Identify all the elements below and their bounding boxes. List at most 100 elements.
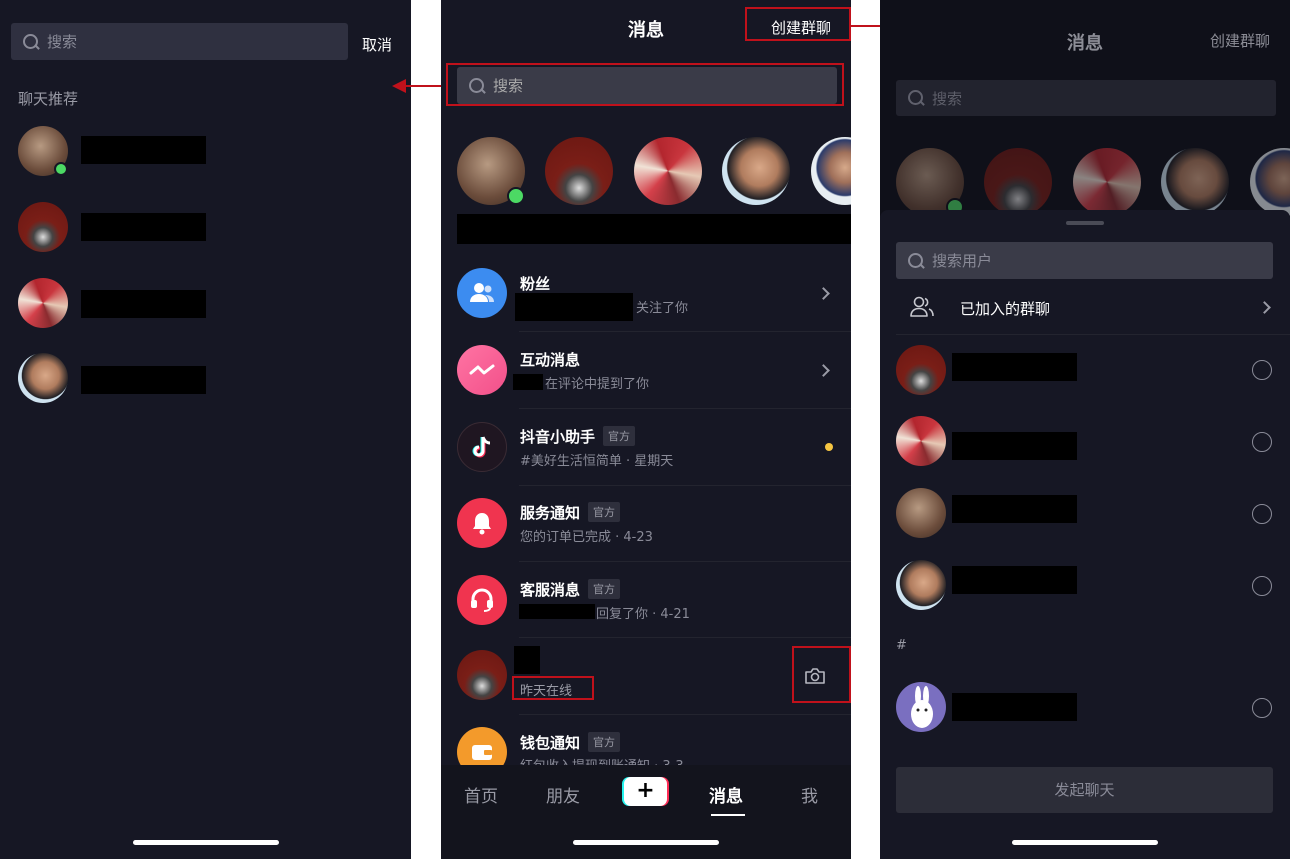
divider bbox=[896, 334, 1290, 335]
search-icon bbox=[21, 32, 41, 52]
select-radio[interactable] bbox=[1252, 360, 1272, 380]
select-radio[interactable] bbox=[1252, 504, 1272, 524]
redacted-name bbox=[513, 374, 543, 390]
create-group-screen: 消息 创建群聊 搜索 搜索用户 已加入的群聊 # 发起聊天 bbox=[880, 0, 1290, 859]
official-badge: 官方 bbox=[588, 732, 621, 752]
messages-screen: 消息 创建群聊 搜索 粉丝 关注了你 互动消息 在评论中提到了你 抖音小助手 官… bbox=[441, 0, 851, 859]
select-radio[interactable] bbox=[1252, 698, 1272, 718]
divider bbox=[519, 331, 851, 332]
avatar bbox=[18, 353, 68, 403]
bottom-sheet bbox=[880, 210, 1290, 859]
redacted-name bbox=[952, 693, 1077, 721]
redacted-name bbox=[952, 495, 1077, 523]
plus-icon: + bbox=[624, 777, 667, 806]
section-index: # bbox=[896, 638, 907, 653]
search-screen: 搜索 取消 聊天推荐 bbox=[0, 0, 411, 859]
story-avatar[interactable] bbox=[984, 148, 1052, 216]
avatar bbox=[896, 345, 946, 395]
search-icon bbox=[906, 88, 926, 108]
fans-icon bbox=[457, 268, 507, 318]
highlight-create-group bbox=[745, 7, 851, 41]
search-placeholder: 搜索 bbox=[932, 89, 963, 108]
search-user-input[interactable]: 搜索用户 bbox=[896, 242, 1273, 279]
row-title: 服务通知 bbox=[520, 504, 581, 522]
story-avatar[interactable] bbox=[1073, 148, 1141, 216]
online-indicator bbox=[507, 187, 525, 205]
section-title: 聊天推荐 bbox=[18, 90, 79, 108]
highlight-search bbox=[446, 63, 844, 106]
avatar bbox=[18, 202, 68, 252]
row-subtitle: 关注了你 bbox=[636, 301, 689, 316]
arrow-head bbox=[392, 79, 406, 93]
chevron-right-icon bbox=[817, 364, 830, 377]
redacted-name bbox=[515, 293, 633, 321]
avatar bbox=[896, 560, 946, 610]
sheet-handle[interactable] bbox=[1066, 221, 1104, 225]
avatar bbox=[896, 416, 946, 466]
story-avatar[interactable] bbox=[1161, 148, 1229, 216]
avatar bbox=[896, 682, 946, 732]
row-subtitle: #美好生活恒简单 · 星期天 bbox=[520, 454, 674, 469]
highlight-camera bbox=[792, 646, 851, 703]
story-avatar[interactable] bbox=[545, 137, 613, 205]
official-badge: 官方 bbox=[588, 502, 621, 522]
redacted-name bbox=[519, 604, 595, 619]
redacted-name bbox=[514, 646, 540, 674]
row-title: 粉丝 bbox=[520, 275, 551, 293]
bell-icon bbox=[457, 498, 507, 548]
tab-friends[interactable]: 朋友 bbox=[546, 782, 580, 807]
home-indicator bbox=[133, 840, 279, 845]
online-indicator bbox=[54, 162, 68, 176]
search-placeholder: 搜索用户 bbox=[932, 252, 993, 270]
tiktok-icon bbox=[457, 422, 507, 472]
start-chat-button[interactable]: 发起聊天 bbox=[896, 767, 1273, 813]
redacted-name bbox=[952, 432, 1077, 460]
active-tab-indicator bbox=[711, 814, 745, 816]
avatar bbox=[18, 278, 68, 328]
tab-messages[interactable]: 消息 bbox=[709, 782, 743, 807]
row-subtitle: 在评论中提到了你 bbox=[545, 377, 650, 392]
search-placeholder: 搜索 bbox=[47, 33, 78, 51]
official-badge: 官方 bbox=[588, 579, 621, 599]
row-title: 互动消息 bbox=[520, 351, 581, 369]
divider bbox=[519, 561, 851, 562]
cancel-button[interactable]: 取消 bbox=[362, 34, 392, 55]
story-avatar[interactable] bbox=[1250, 148, 1290, 216]
redacted-name bbox=[952, 353, 1077, 381]
row-subtitle: 回复了你 · 4-21 bbox=[596, 607, 690, 622]
search-input[interactable]: 搜索 bbox=[11, 23, 348, 60]
story-avatar[interactable] bbox=[811, 137, 851, 205]
story-avatar[interactable] bbox=[634, 137, 702, 205]
tab-me[interactable]: 我 bbox=[801, 782, 818, 807]
chevron-right-icon bbox=[817, 287, 830, 300]
redacted-name bbox=[81, 213, 206, 241]
annotation-arrow bbox=[405, 85, 445, 87]
headset-icon bbox=[457, 575, 507, 625]
row-title: 客服消息 bbox=[520, 581, 581, 599]
search-icon bbox=[906, 251, 926, 271]
interaction-icon bbox=[457, 345, 507, 395]
create-post-button[interactable]: + bbox=[622, 777, 669, 806]
avatar bbox=[457, 650, 507, 700]
select-radio[interactable] bbox=[1252, 576, 1272, 596]
divider bbox=[519, 408, 851, 409]
highlight-online-status bbox=[512, 676, 594, 700]
tab-home[interactable]: 首页 bbox=[464, 782, 498, 807]
divider bbox=[519, 714, 851, 715]
redacted-names bbox=[457, 214, 851, 244]
official-badge: 官方 bbox=[603, 426, 636, 446]
row-title: 抖音小助手 bbox=[520, 428, 596, 446]
redacted-name bbox=[952, 566, 1077, 594]
create-group-button[interactable]: 创建群聊 bbox=[1210, 30, 1270, 51]
search-input[interactable]: 搜索 bbox=[896, 80, 1276, 116]
home-indicator bbox=[573, 840, 719, 845]
unread-dot bbox=[825, 443, 833, 451]
redacted-name bbox=[81, 136, 206, 164]
row-title: 钱包通知 bbox=[520, 734, 581, 752]
select-radio[interactable] bbox=[1252, 432, 1272, 452]
divider bbox=[519, 485, 851, 486]
divider bbox=[519, 637, 851, 638]
story-avatar[interactable] bbox=[722, 137, 790, 205]
redacted-name bbox=[81, 366, 206, 394]
avatar bbox=[896, 488, 946, 538]
